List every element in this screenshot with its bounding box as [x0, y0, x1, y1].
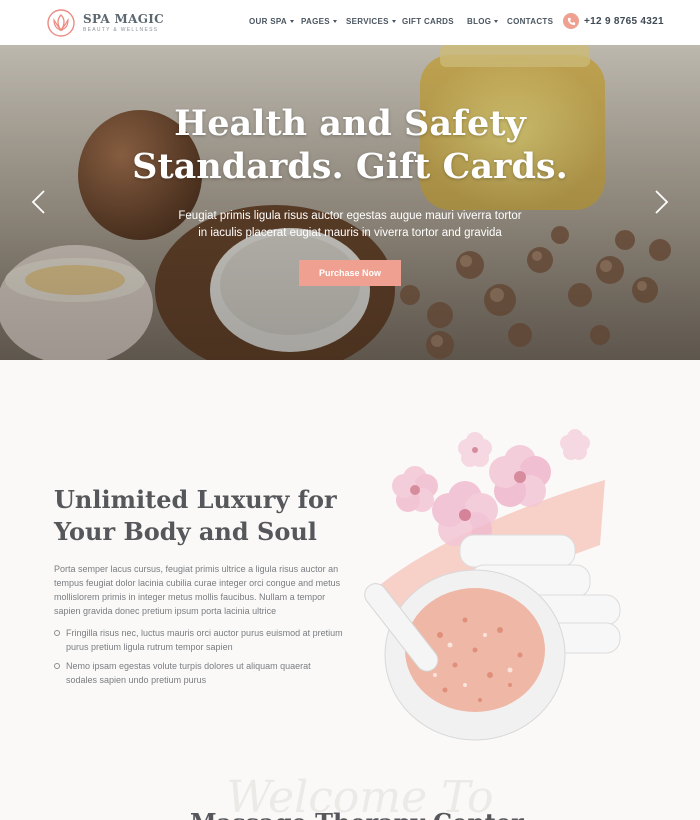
spa-illustration-image: [364, 429, 621, 741]
nav-item-contacts[interactable]: CONTACTS: [507, 17, 553, 26]
nav-item-pages[interactable]: PAGES: [301, 17, 337, 26]
about-title-line-2: Your Body and Soul: [54, 517, 317, 546]
nav-item-label: BLOG: [467, 17, 492, 26]
hero-slider: Health and Safety Standards. Gift Cards.…: [0, 45, 700, 360]
welcome-title: Massage Therapy Center: [190, 808, 524, 820]
caret-down-icon: [289, 20, 294, 23]
hero-subtitle-line-2: in iaculis placerat eugiat mauris in viv…: [198, 227, 502, 239]
list-item-text: Nemo ipsam egestas volute turpis dolores…: [66, 661, 311, 685]
about-bullet-list: Fringilla risus nec, luctus mauris orci …: [54, 626, 344, 692]
nav-item-our-spa[interactable]: OUR SPA: [249, 17, 294, 26]
nav-item-label: SERVICES: [346, 17, 389, 26]
nav-item-label: GIFT CARDS: [402, 17, 454, 26]
about-body: Porta semper lacus cursus, feugiat primi…: [54, 564, 341, 616]
chevron-right-icon[interactable]: [652, 189, 670, 215]
caret-down-icon: [494, 20, 499, 23]
nav-item-blog[interactable]: BLOG: [467, 17, 499, 26]
nav-item-gift-cards[interactable]: GIFT CARDS: [402, 17, 454, 26]
nav-item-label: CONTACTS: [507, 17, 554, 26]
list-item: Nemo ipsam egestas volute turpis dolores…: [54, 659, 344, 687]
hero-title: Health and Safety Standards. Gift Cards.: [0, 102, 700, 188]
about-title-line-1: Unlimited Luxury for: [54, 485, 337, 514]
chevron-left-icon[interactable]: [30, 189, 48, 215]
hero-subtitle-line-1: Feugiat primis ligula risus auctor egest…: [178, 210, 522, 222]
list-item-text: Fringilla risus nec, luctus mauris orci …: [66, 628, 343, 652]
phone-icon: [563, 13, 579, 29]
site-header: SPA MAGIC BEAUTY & WELLNESS OUR SPA PAGE…: [0, 0, 700, 45]
about-title: Unlimited Luxury for Your Body and Soul: [54, 484, 354, 548]
phone-number: +12 9 8765 4321: [584, 15, 664, 27]
list-item: Fringilla risus nec, luctus mauris orci …: [54, 626, 344, 654]
hero-subtitle: Feugiat primis ligula risus auctor egest…: [160, 208, 540, 242]
purchase-now-button[interactable]: Purchase Now: [299, 260, 401, 286]
hero-title-line-1: Health and Safety: [174, 103, 526, 144]
nav-item-services[interactable]: SERVICES: [346, 17, 396, 26]
hero-title-line-2: Standards. Gift Cards.: [132, 146, 568, 187]
phone-link[interactable]: +12 9 8765 4321: [563, 13, 664, 29]
caret-down-icon: [332, 20, 337, 23]
circle-bullet-icon: [54, 663, 60, 669]
hero-background-image: [0, 45, 700, 360]
nav-item-label: PAGES: [301, 17, 330, 26]
circle-bullet-icon: [54, 630, 60, 636]
nav-item-label: OUR SPA: [249, 17, 287, 26]
caret-down-icon: [391, 20, 396, 23]
